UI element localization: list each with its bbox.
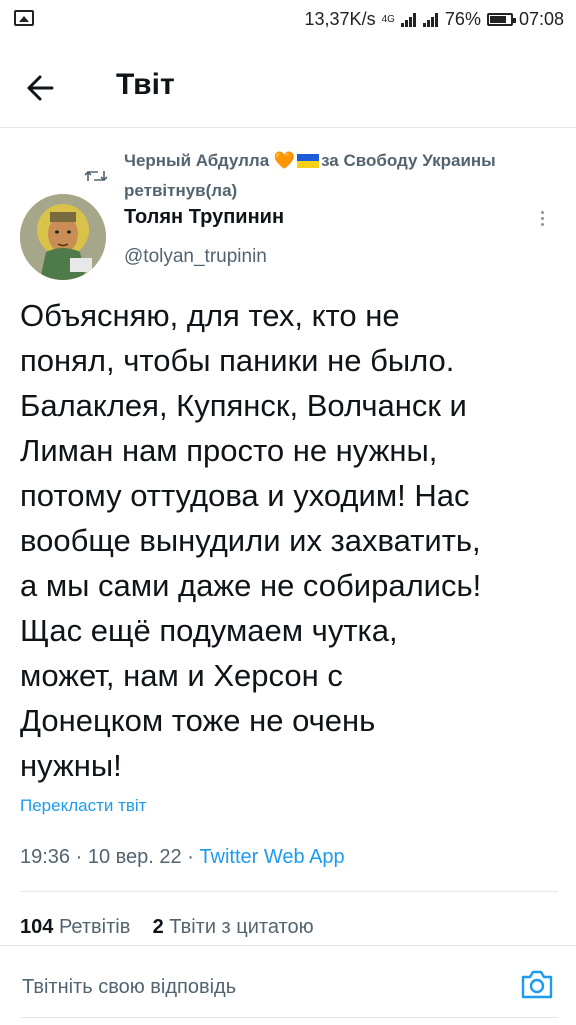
- tweet-stats: 104 Ретвітів 2 Твіти з цитатою: [20, 916, 314, 939]
- header-divider: [0, 127, 576, 128]
- retweets-label: Ретвітів: [58, 916, 131, 938]
- quotes-stat[interactable]: 2 Твіти з цитатою: [153, 916, 314, 938]
- retweeter-line[interactable]: Черный Абдулла 🧡 за Свободу Украины ретві…: [124, 146, 564, 206]
- avatar-image: [20, 194, 106, 280]
- retweeter-name: Черный Абдулла: [124, 151, 270, 170]
- header: Твіт: [0, 48, 576, 126]
- reply-input[interactable]: [22, 976, 482, 999]
- more-vertical-icon: [536, 211, 548, 226]
- network-speed: 13,37K/s: [304, 9, 376, 29]
- tweet-source-link[interactable]: Twitter Web App: [199, 846, 344, 868]
- retweets-count: 104: [20, 916, 54, 938]
- battery-percent: 76%: [444, 9, 481, 29]
- page-title: Твіт: [116, 68, 175, 101]
- retweeter-suffix: за Свободу Украины: [321, 151, 496, 170]
- retweet-icon: [84, 170, 108, 182]
- avatar[interactable]: [20, 194, 106, 280]
- signal-icon: [400, 12, 417, 27]
- translate-tweet-link[interactable]: Перекласти твіт: [20, 796, 146, 816]
- author-name[interactable]: Толян Трупинин: [124, 206, 284, 229]
- tweet-meta: 19:36 · 10 вер. 22 · Twitter Web App: [20, 846, 345, 869]
- reply-underline: [20, 1017, 558, 1018]
- clock: 07:08: [518, 9, 564, 29]
- tweet-text: Объясняю, для тех, кто не понял, чтобы п…: [20, 298, 482, 783]
- image-notification-icon: [14, 10, 34, 26]
- more-options-button[interactable]: [536, 208, 548, 232]
- status-bar-right: 13,37K/s 4G 76% 07:08: [305, 9, 564, 30]
- retweets-stat[interactable]: 104 Ретвітів: [20, 916, 130, 938]
- orange-heart-icon: 🧡: [273, 151, 296, 170]
- camera-button[interactable]: [520, 968, 554, 1000]
- back-button[interactable]: [22, 70, 62, 106]
- signal-icon-2: [422, 12, 439, 27]
- reply-bar: [0, 945, 576, 1025]
- ukraine-flag-icon: [297, 154, 320, 168]
- camera-icon: [521, 970, 553, 999]
- battery-icon: [486, 13, 516, 26]
- network-type: 4G: [381, 14, 395, 25]
- arrow-left-icon: [27, 75, 54, 101]
- meta-divider: [20, 891, 558, 892]
- status-bar: 13,37K/s 4G 76% 07:08: [0, 0, 576, 40]
- author-handle[interactable]: @tolyan_trupinin: [124, 246, 267, 268]
- tweet-timestamp: 19:36 · 10 вер. 22 ·: [20, 846, 200, 868]
- retweeted-label: ретвітнув(ла): [124, 181, 238, 200]
- quotes-label: Твіти з цитатою: [169, 916, 314, 938]
- quotes-count: 2: [152, 916, 164, 938]
